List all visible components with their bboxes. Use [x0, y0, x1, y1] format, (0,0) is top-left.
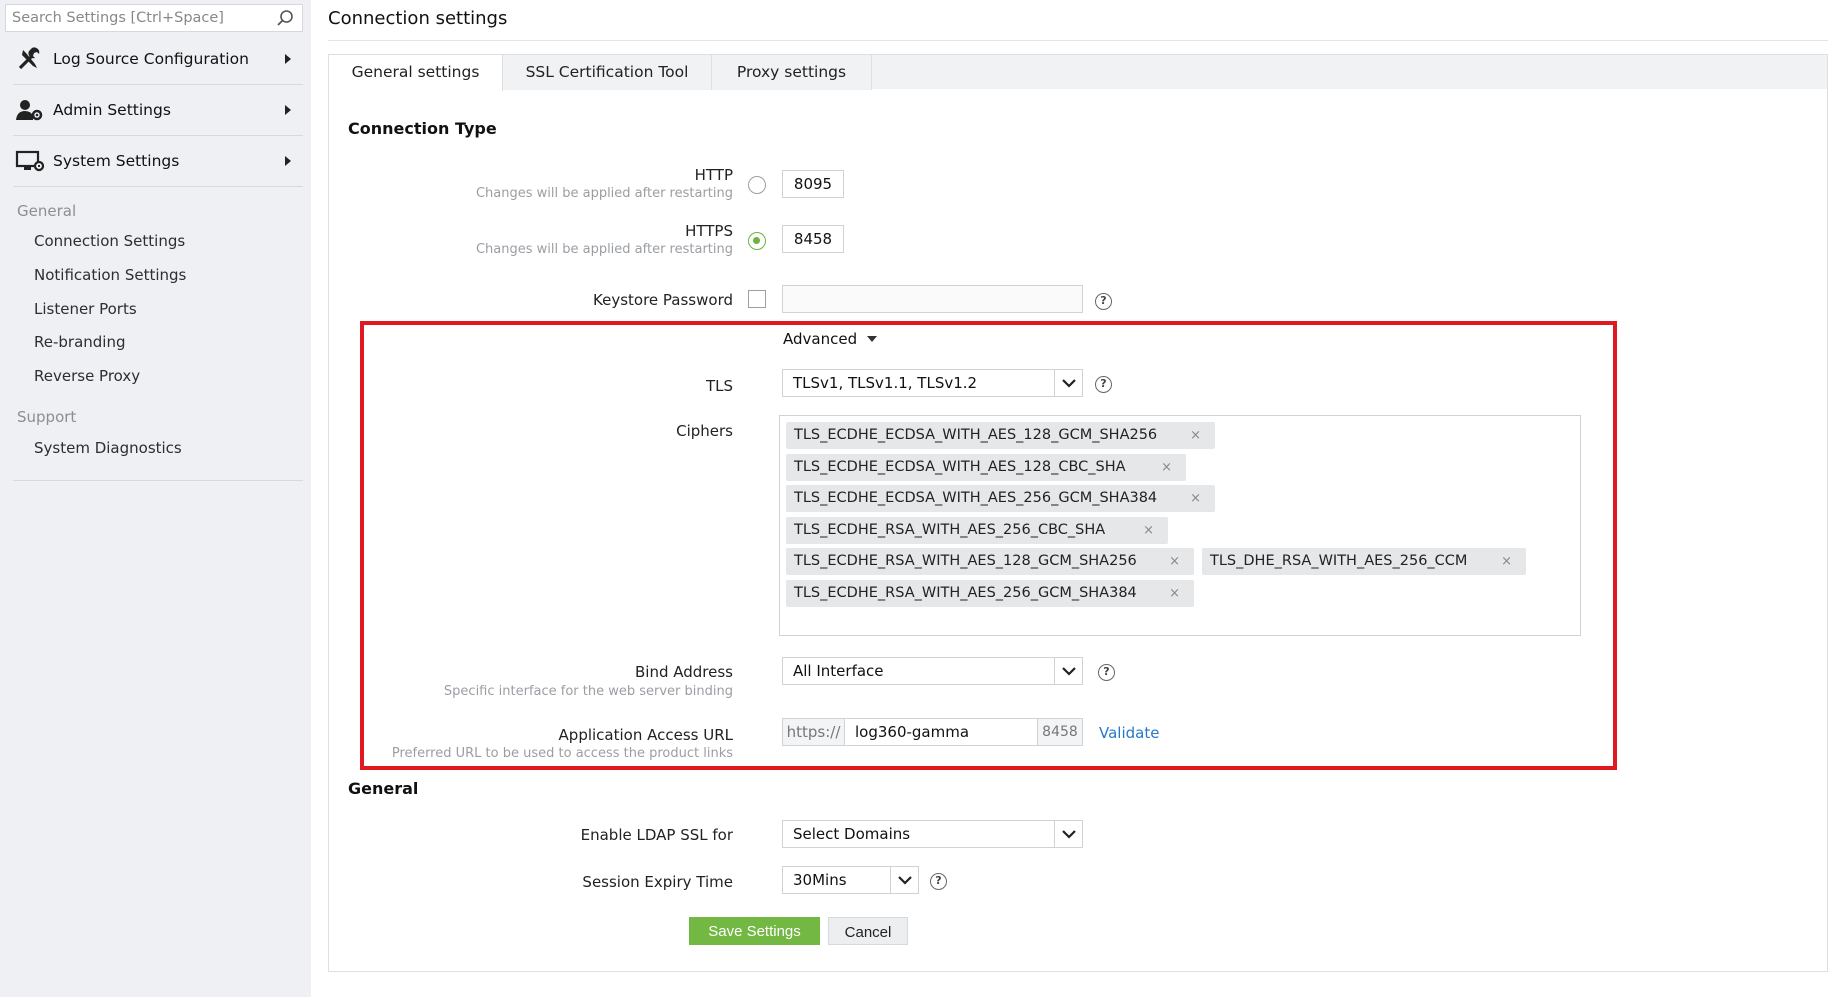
remove-chip-icon[interactable]: × — [1169, 548, 1180, 575]
cipher-chip-label: TLS_ECDHE_ECDSA_WITH_AES_128_CBC_SHA — [794, 459, 1126, 475]
cipher-chip: TLS_ECDHE_ECDSA_WITH_AES_256_GCM_SHA384 … — [786, 485, 1215, 512]
tls-select[interactable]: TLSv1, TLSv1.1, TLSv1.2 — [782, 369, 1083, 397]
http-radio[interactable] — [748, 176, 766, 194]
cipher-chip-label: TLS_ECDHE_ECDSA_WITH_AES_128_GCM_SHA256 — [794, 427, 1158, 443]
sidebar-link-re-branding[interactable]: Re-branding — [34, 333, 126, 351]
nav-admin-settings[interactable]: Admin Settings — [13, 85, 303, 136]
bind-address-value: All Interface — [793, 662, 884, 680]
advanced-toggle-label: Advanced — [783, 330, 858, 348]
group-heading-support: Support — [17, 408, 77, 426]
url-host-input[interactable]: log360-gamma — [844, 718, 1038, 746]
bind-address-select[interactable]: All Interface — [782, 657, 1083, 685]
http-hint: Changes will be applied after restarting — [475, 186, 733, 201]
keystore-password-input[interactable] — [782, 285, 1083, 313]
cipher-chip-label: TLS_ECDHE_ECDSA_WITH_AES_256_GCM_SHA384 — [794, 490, 1158, 506]
tab-bar: General settings SSL Certification Tool … — [328, 54, 1828, 91]
url-scheme-prefix: https:// — [782, 718, 845, 746]
session-expiry-select[interactable]: 30Mins — [782, 866, 919, 894]
cipher-chip-label: TLS_ECDHE_RSA_WITH_AES_256_CBC_SHA — [794, 522, 1106, 538]
ciphers-multiselect[interactable]: TLS_ECDHE_ECDSA_WITH_AES_128_GCM_SHA256 … — [779, 415, 1581, 636]
cipher-chip: TLS_ECDHE_ECDSA_WITH_AES_128_CBC_SHA × — [786, 454, 1186, 481]
help-icon[interactable]: ? — [930, 873, 947, 890]
https-hint: Changes will be applied after restarting — [475, 242, 733, 257]
ldap-ssl-label: Enable LDAP SSL for — [580, 826, 733, 844]
keystore-password-label: Keystore Password — [593, 291, 733, 309]
remove-chip-icon[interactable]: × — [1190, 422, 1201, 449]
ldap-ssl-select[interactable]: Select Domains — [782, 820, 1083, 848]
monitor-gear-icon — [15, 150, 45, 172]
session-expiry-label: Session Expiry Time — [582, 873, 733, 891]
https-port-input[interactable]: 8458 — [782, 225, 844, 253]
remove-chip-icon[interactable]: × — [1169, 580, 1180, 607]
tab-general-settings[interactable]: General settings — [329, 55, 503, 91]
sidebar-link-connection-settings[interactable]: Connection Settings — [34, 232, 185, 250]
search-icon[interactable] — [276, 9, 294, 27]
bind-address-hint: Specific interface for the web server bi… — [443, 684, 733, 699]
tls-label: TLS — [705, 377, 733, 395]
cipher-chip-label: TLS_ECDHE_RSA_WITH_AES_128_GCM_SHA256 — [794, 553, 1137, 569]
cipher-chip-label: TLS_ECDHE_RSA_WITH_AES_256_GCM_SHA384 — [794, 585, 1137, 601]
bind-address-label: Bind Address — [635, 663, 733, 681]
help-icon[interactable]: ? — [1095, 293, 1112, 310]
group-heading-general: General — [17, 202, 77, 220]
http-label: HTTP — [694, 166, 733, 184]
keystore-password-checkbox[interactable] — [748, 290, 766, 308]
https-label: HTTPS — [685, 222, 733, 240]
remove-chip-icon[interactable]: × — [1501, 548, 1512, 575]
sidebar-link-notification-settings[interactable]: Notification Settings — [34, 266, 186, 284]
chevron-down-icon — [1054, 658, 1082, 684]
validate-link[interactable]: Validate — [1099, 724, 1159, 742]
tab-proxy-settings[interactable]: Proxy settings — [712, 55, 872, 90]
section-connection-type: Connection Type — [348, 119, 497, 138]
url-port-suffix: 8458 — [1037, 718, 1083, 746]
page-title: Connection settings — [328, 8, 508, 29]
http-port-input[interactable]: 8095 — [782, 170, 844, 198]
title-divider — [328, 40, 1828, 41]
session-expiry-value: 30Mins — [793, 871, 847, 889]
access-url-label: Application Access URL — [558, 726, 733, 744]
cipher-chip: TLS_ECDHE_RSA_WITH_AES_256_GCM_SHA384 × — [786, 580, 1194, 607]
tab-ssl-certification-tool[interactable]: SSL Certification Tool — [503, 55, 712, 90]
section-general: General — [348, 779, 419, 798]
caret-right-icon — [285, 105, 291, 115]
caret-right-icon — [285, 156, 291, 166]
chevron-down-icon — [1054, 370, 1082, 396]
tools-icon — [18, 47, 40, 70]
sidebar-link-system-diagnostics[interactable]: System Diagnostics — [34, 439, 182, 457]
sidebar-link-listener-ports[interactable]: Listener Ports — [34, 300, 137, 318]
access-url-hint: Preferred URL to be used to access the p… — [391, 746, 733, 761]
cipher-chip: TLS_ECDHE_RSA_WITH_AES_128_GCM_SHA256 × — [786, 548, 1194, 575]
nav-section-label: System Settings — [53, 152, 180, 170]
remove-chip-icon[interactable]: × — [1190, 485, 1201, 512]
help-icon[interactable]: ? — [1098, 664, 1115, 681]
nav-section-label: Admin Settings — [53, 101, 171, 119]
cipher-chip: TLS_ECDHE_RSA_WITH_AES_256_CBC_SHA × — [786, 517, 1168, 544]
help-icon[interactable]: ? — [1095, 376, 1112, 393]
sidebar: Log Source Configuration Admin Settings … — [0, 0, 311, 997]
https-radio[interactable] — [748, 232, 766, 250]
ldap-ssl-value: Select Domains — [793, 825, 911, 843]
search-box — [5, 4, 303, 32]
caret-down-icon — [867, 336, 878, 342]
chevron-down-icon — [1054, 821, 1082, 847]
save-settings-button[interactable]: Save Settings — [689, 917, 820, 945]
caret-right-icon — [285, 54, 291, 64]
remove-chip-icon[interactable]: × — [1161, 454, 1172, 481]
cipher-chip: TLS_DHE_RSA_WITH_AES_256_CCM × — [1202, 548, 1526, 575]
nav-system-settings[interactable]: System Settings — [13, 136, 303, 187]
cipher-chip: TLS_ECDHE_ECDSA_WITH_AES_128_GCM_SHA256 … — [786, 422, 1215, 449]
user-gear-icon — [16, 100, 43, 121]
ciphers-label: Ciphers — [676, 422, 733, 440]
chevron-down-icon — [890, 867, 918, 893]
nav-log-source-configuration[interactable]: Log Source Configuration — [13, 34, 303, 85]
sidebar-divider — [13, 480, 303, 481]
sidebar-link-reverse-proxy[interactable]: Reverse Proxy — [34, 367, 140, 385]
tls-select-value: TLSv1, TLSv1.1, TLSv1.2 — [793, 374, 978, 392]
cipher-chip-label: TLS_DHE_RSA_WITH_AES_256_CCM — [1210, 553, 1468, 569]
advanced-toggle[interactable]: Advanced — [783, 330, 878, 348]
cancel-button[interactable]: Cancel — [828, 917, 908, 945]
remove-chip-icon[interactable]: × — [1143, 517, 1154, 544]
search-settings-input[interactable] — [6, 5, 266, 31]
nav-section-label: Log Source Configuration — [53, 50, 249, 68]
